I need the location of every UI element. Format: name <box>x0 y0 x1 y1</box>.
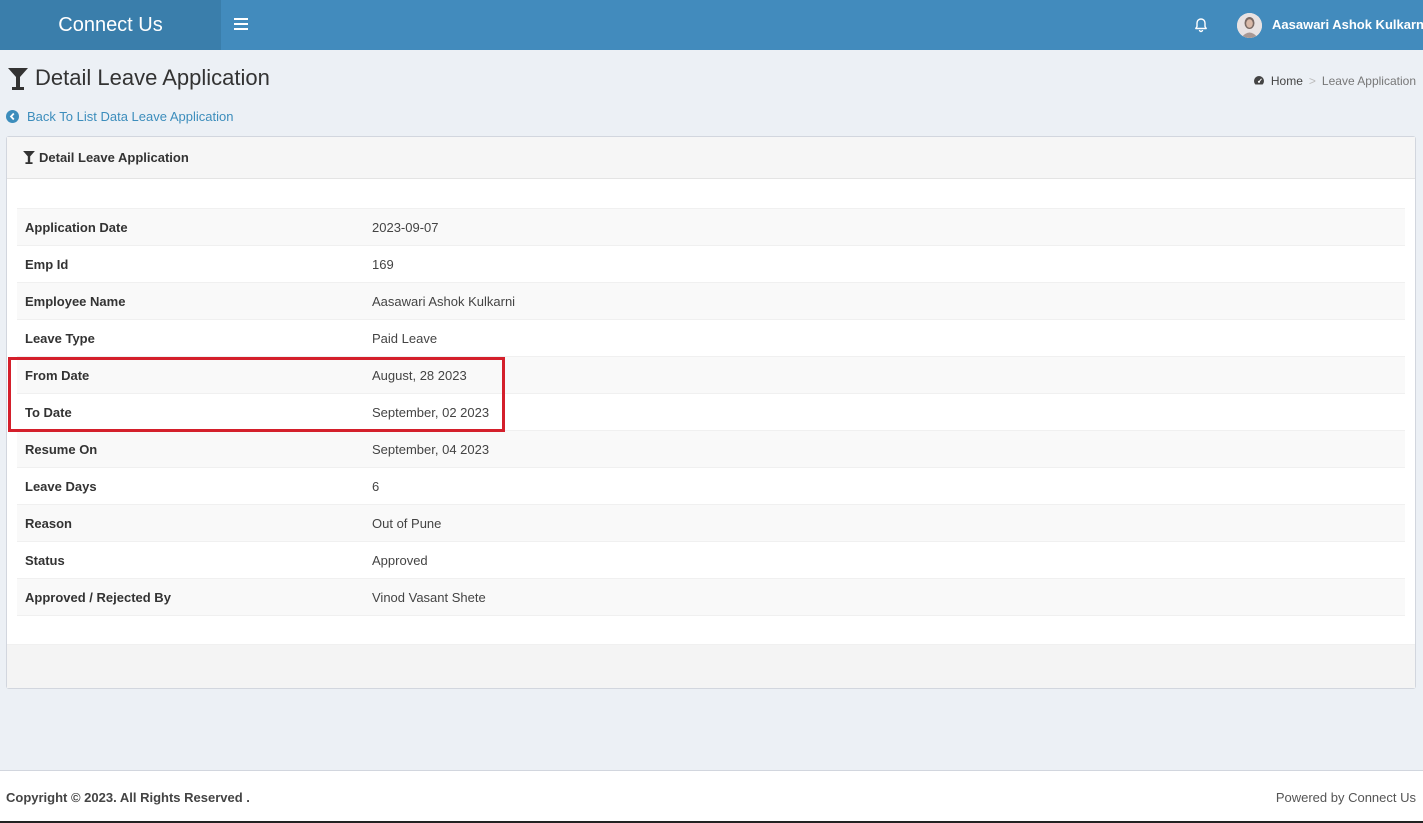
chevron-circle-left-icon <box>6 110 19 123</box>
table-row: From Date August, 28 2023 <box>17 356 1405 394</box>
table-row: Reason Out of Pune <box>17 504 1405 542</box>
detail-value: September, 04 2023 <box>364 430 1405 468</box>
table-row: Application Date 2023-09-07 <box>17 208 1405 246</box>
page-footer: Copyright © 2023. All Rights Reserved . … <box>0 770 1423 823</box>
detail-value: Aasawari Ashok Kulkarni <box>364 282 1405 320</box>
top-navbar: Connect Us Aasawari Ashok Kulkarni <box>0 0 1423 50</box>
detail-value: 2023-09-07 <box>364 208 1405 246</box>
detail-label: Application Date <box>17 208 364 246</box>
detail-label: Status <box>17 541 364 579</box>
dashboard-icon <box>1253 76 1264 85</box>
detail-label: From Date <box>17 356 364 394</box>
breadcrumb: Home > Leave Application <box>1253 74 1416 88</box>
back-link-label: Back To List Data Leave Application <box>27 109 234 124</box>
detail-label: Leave Type <box>17 319 364 357</box>
table-row: Leave Type Paid Leave <box>17 319 1405 357</box>
table-row: Approved / Rejected By Vinod Vasant Shete <box>17 578 1405 616</box>
detail-value: 6 <box>364 467 1405 505</box>
avatar[interactable] <box>1237 13 1262 38</box>
table-row: Leave Days 6 <box>17 467 1405 505</box>
box-footer <box>7 644 1415 688</box>
back-to-list-link[interactable]: Back To List Data Leave Application <box>6 109 233 124</box>
detail-label: Employee Name <box>17 282 364 320</box>
detail-value: Out of Pune <box>364 504 1405 542</box>
detail-label: Reason <box>17 504 364 542</box>
breadcrumb-home[interactable]: Home <box>1271 74 1303 88</box>
powered-by-text: Powered by Connect Us <box>1275 790 1416 805</box>
breadcrumb-current: Leave Application <box>1321 74 1416 88</box>
copyright-text: Copyright © 2023. All Rights Reserved . <box>6 790 250 805</box>
box-header: Detail Leave Application <box>7 137 1415 179</box>
filter-icon <box>8 68 28 90</box>
page-title: Detail Leave Application <box>35 65 270 90</box>
brand-logo[interactable]: Connect Us <box>0 0 221 50</box>
table-row: Employee Name Aasawari Ashok Kulkarni <box>17 282 1405 320</box>
detail-value: Paid Leave <box>364 319 1405 357</box>
detail-value: September, 02 2023 <box>364 393 1405 431</box>
table-row: Resume On September, 04 2023 <box>17 430 1405 468</box>
detail-label: Leave Days <box>17 467 364 505</box>
filter-icon <box>23 151 35 164</box>
detail-value: Vinod Vasant Shete <box>364 578 1405 616</box>
box-title: Detail Leave Application <box>39 150 189 165</box>
user-name[interactable]: Aasawari Ashok Kulkarni <box>1272 17 1423 32</box>
detail-label: Approved / Rejected By <box>17 578 364 616</box>
detail-label: To Date <box>17 393 364 431</box>
detail-value: 169 <box>364 245 1405 283</box>
detail-label: Resume On <box>17 430 364 468</box>
detail-table: Application Date 2023-09-07 Emp Id 169 Emplo… <box>17 208 1405 616</box>
table-row: Emp Id 169 <box>17 245 1405 283</box>
table-row: To Date September, 02 2023 <box>17 393 1405 431</box>
detail-box: Detail Leave Application Application Dat… <box>6 136 1416 689</box>
detail-value: Approved <box>364 541 1405 579</box>
detail-label: Emp Id <box>17 245 364 283</box>
breadcrumb-separator: > <box>1308 74 1316 88</box>
bell-icon[interactable] <box>1193 17 1209 33</box>
hamburger-icon[interactable] <box>234 18 248 32</box>
detail-value: August, 28 2023 <box>364 356 1405 394</box>
table-row: Status Approved <box>17 541 1405 579</box>
